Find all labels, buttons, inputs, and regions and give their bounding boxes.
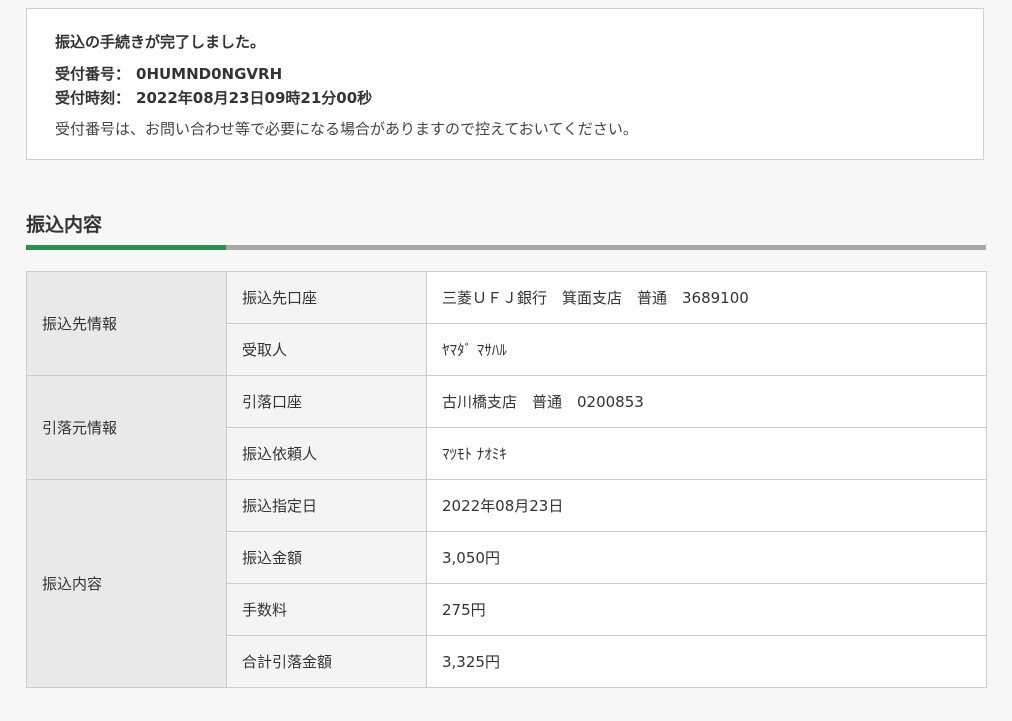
row-value-transfer-date: 2022年08月23日	[426, 479, 987, 532]
row-label-requester: 振込依頼人	[226, 427, 427, 480]
transfer-detail-table: 振込先情報 振込先口座 三菱ＵＦＪ銀行 箕面支店 普通 3689100 受取人 …	[26, 271, 987, 688]
receipt-number-label: 受付番号：	[55, 65, 131, 83]
row-value-total-debit: 3,325円	[426, 635, 987, 688]
completion-message: 振込の手続きが完了しました。	[55, 33, 266, 51]
row-value-debit-account: 古川橋支店 普通 0200853	[426, 375, 987, 428]
table-row: 振込内容 振込指定日 2022年08月23日	[26, 479, 987, 688]
receipt-time-value: 2022年08月23日09時21分00秒	[136, 89, 373, 107]
row-label-debit-account: 引落口座	[226, 375, 427, 428]
row-value-transfer-amount: 3,050円	[426, 531, 987, 584]
receipt-note: 受付番号は、お問い合わせ等で必要になる場合がありますので控えておいてください。	[55, 120, 638, 138]
row-label-recipient: 受取人	[226, 323, 427, 376]
completion-notice: 振込の手続きが完了しました。 受付番号： 0HUMND0NGVRH 受付時刻： 20…	[26, 8, 984, 160]
section-divider-accent	[26, 245, 226, 250]
row-value-fee: 275円	[426, 583, 987, 636]
row-value-recipient: ﾔﾏﾀﾞ ﾏｻﾊﾙ	[426, 323, 987, 376]
transfer-complete-page: 振込の手続きが完了しました。 受付番号： 0HUMND0NGVRH 受付時刻： 20…	[0, 0, 1012, 721]
row-label-payee-account: 振込先口座	[226, 271, 427, 324]
receipt-time-label: 受付時刻：	[55, 89, 131, 107]
row-label-total-debit: 合計引落金額	[226, 635, 427, 688]
table-row: 振込先情報 振込先口座 三菱ＵＦＪ銀行 箕面支店 普通 3689100	[26, 271, 987, 376]
group-label-payee-info: 振込先情報	[26, 271, 227, 376]
row-label-transfer-amount: 振込金額	[226, 531, 427, 584]
receipt-number-row: 受付番号： 0HUMND0NGVRH	[55, 63, 282, 84]
row-value-payee-account: 三菱ＵＦＪ銀行 箕面支店 普通 3689100	[426, 271, 987, 324]
table-row: 引落元情報 引落口座 古川橋支店 普通 0200853	[26, 375, 987, 480]
receipt-time-row: 受付時刻： 2022年08月23日09時21分00秒	[55, 87, 372, 108]
row-label-transfer-date: 振込指定日	[226, 479, 427, 532]
row-label-fee: 手数料	[226, 583, 427, 636]
group-label-debit-info: 引落元情報	[26, 375, 227, 480]
section-title: 振込内容	[26, 214, 103, 236]
receipt-number-value: 0HUMND0NGVRH	[136, 65, 283, 83]
row-value-requester: ﾏﾂﾓﾄ ﾅｵﾐｷ	[426, 427, 987, 480]
section-divider	[26, 245, 986, 250]
group-label-transfer-content: 振込内容	[26, 479, 227, 688]
